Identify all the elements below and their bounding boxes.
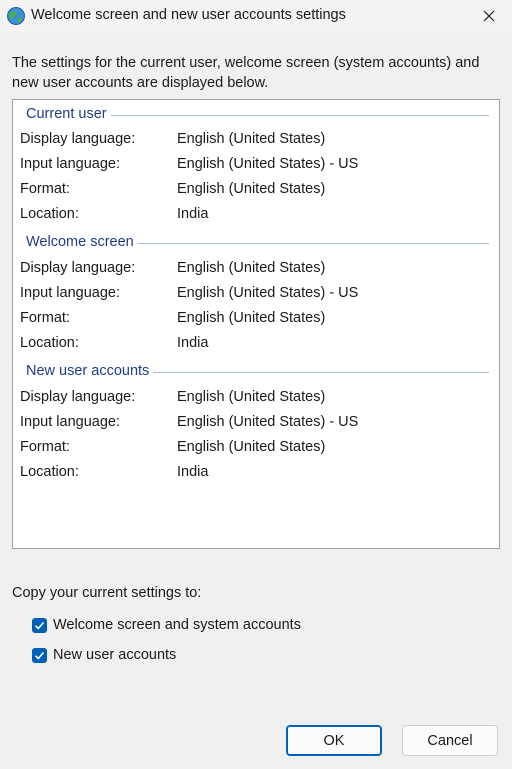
setting-value: English (United States) - US <box>177 156 359 172</box>
welcome-screen-checkbox-label[interactable]: Welcome screen and system accounts <box>53 617 301 633</box>
setting-value: India <box>177 335 209 351</box>
setting-label: Location: <box>20 335 79 351</box>
setting-label: Input language: <box>20 414 120 430</box>
section-header-new-user-accounts: New user accounts <box>26 363 489 383</box>
new-user-accounts-checkbox-label[interactable]: New user accounts <box>53 647 176 663</box>
setting-value: India <box>177 464 209 480</box>
section-header-current-user: Current user <box>26 106 489 126</box>
close-icon <box>483 10 495 22</box>
window-title: Welcome screen and new user accounts set… <box>31 7 346 23</box>
ok-button[interactable]: OK <box>286 725 382 756</box>
section-title: Current user <box>26 106 111 122</box>
copy-settings-label: Copy your current settings to: <box>12 585 202 601</box>
checkmark-icon <box>34 621 45 630</box>
section-title: New user accounts <box>26 363 154 379</box>
setting-value: English (United States) <box>177 389 326 405</box>
setting-label: Input language: <box>20 156 120 172</box>
description-text: The settings for the current user, welco… <box>12 55 480 91</box>
setting-label: Format: <box>20 310 70 326</box>
setting-value: India <box>177 206 209 222</box>
setting-label: Display language: <box>20 131 136 147</box>
setting-value: English (United States) <box>177 260 326 276</box>
cancel-button[interactable]: Cancel <box>402 725 498 756</box>
close-button[interactable] <box>466 0 512 32</box>
setting-label: Location: <box>20 206 79 222</box>
section-header-welcome-screen: Welcome screen <box>26 234 489 254</box>
settings-panel: Current user Display language: English (U… <box>12 99 500 549</box>
globe-icon <box>7 7 25 25</box>
setting-label: Input language: <box>20 285 120 301</box>
setting-label: Format: <box>20 439 70 455</box>
new-user-accounts-checkbox[interactable] <box>32 647 47 663</box>
title-bar: Welcome screen and new user accounts set… <box>0 0 512 32</box>
setting-value: English (United States) <box>177 310 326 326</box>
setting-value: English (United States) <box>177 181 326 197</box>
checkmark-icon <box>34 651 45 660</box>
setting-label: Display language: <box>20 260 136 276</box>
welcome-screen-checkbox-row[interactable]: Welcome screen and system accounts <box>32 615 301 635</box>
welcome-screen-checkbox[interactable] <box>32 617 47 633</box>
setting-value: English (United States) <box>177 131 326 147</box>
setting-label: Format: <box>20 181 70 197</box>
setting-label: Display language: <box>20 389 136 405</box>
setting-label: Location: <box>20 464 79 480</box>
setting-value: English (United States) - US <box>177 414 359 430</box>
new-user-accounts-checkbox-row[interactable]: New user accounts <box>32 645 176 665</box>
section-title: Welcome screen <box>26 234 138 250</box>
setting-value: English (United States) - US <box>177 285 359 301</box>
setting-value: English (United States) <box>177 439 326 455</box>
